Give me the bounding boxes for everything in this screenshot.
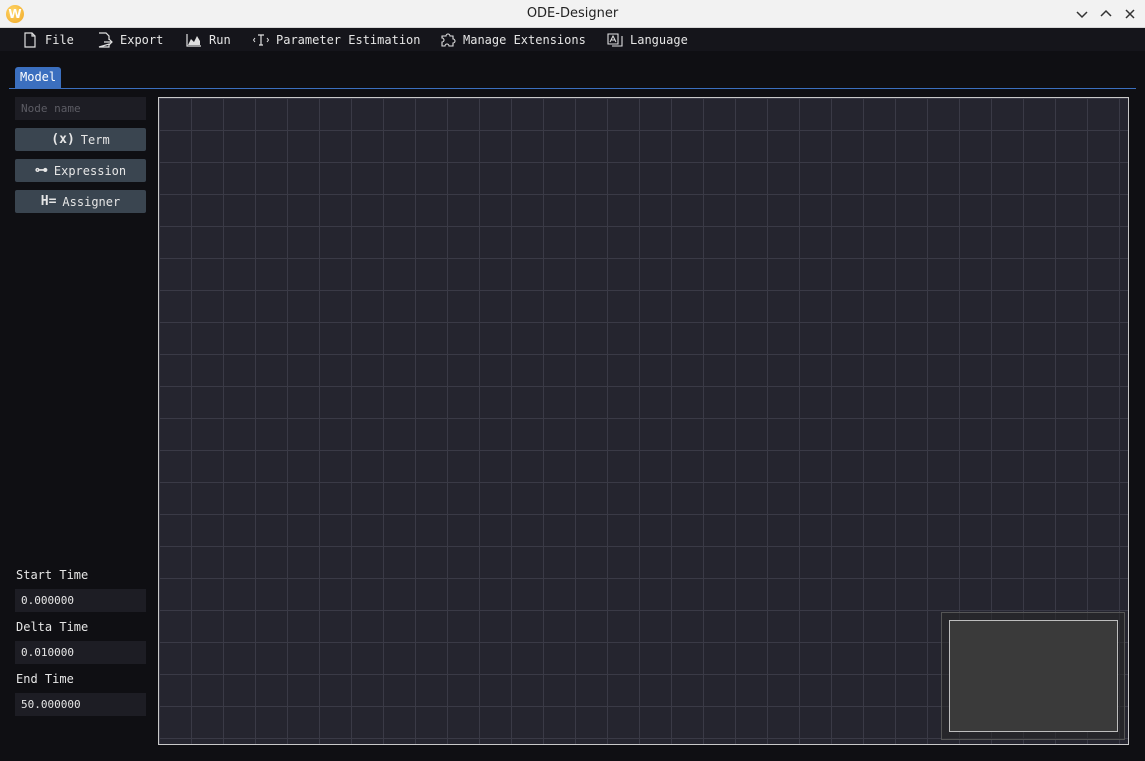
start-time-label: Start Time [16, 568, 89, 582]
window-title: ODE-Designer [526, 6, 619, 21]
file-icon [24, 31, 36, 48]
menu-file[interactable]: File [22, 28, 74, 51]
text-cursor-icon [253, 33, 269, 46]
assigner-icon: H= [40, 194, 57, 209]
minimap-viewport[interactable] [949, 620, 1118, 732]
window-titlebar: W ODE-Designer [0, 0, 1145, 28]
menu-run[interactable]: Run [186, 28, 231, 51]
chart-icon [186, 33, 201, 47]
menu-language[interactable]: Language [607, 28, 688, 51]
delta-time-input[interactable]: 0.010000 [15, 641, 146, 664]
tab-bar: Model [0, 51, 1145, 89]
add-expression-label: Expression [53, 163, 127, 178]
tab-model[interactable]: Model [15, 67, 62, 88]
export-icon [98, 31, 113, 48]
end-time-label: End Time [16, 672, 74, 686]
tab-underline [9, 88, 1136, 89]
node-sidebar: (x) Term ⊶ Expression H= Assigner Start … [0, 89, 156, 761]
variable-icon: (x) [51, 132, 75, 147]
minimap[interactable] [941, 612, 1125, 740]
close-icon [1125, 9, 1135, 19]
add-term-label: Term [80, 132, 110, 147]
delta-time-label: Delta Time [16, 620, 89, 634]
expression-icon: ⊶ [34, 163, 48, 178]
chevron-up-icon [1100, 9, 1112, 17]
node-editor-canvas[interactable] [158, 97, 1129, 745]
node-name-input[interactable] [15, 97, 146, 120]
maximize-button[interactable] [1097, 5, 1115, 23]
menu-language-label: Language [630, 32, 688, 47]
language-icon [607, 32, 623, 47]
menu-file-label: File [45, 32, 74, 47]
add-expression-button[interactable]: ⊶ Expression [15, 159, 146, 182]
add-assigner-button[interactable]: H= Assigner [15, 190, 146, 213]
menu-parameter-estimation[interactable]: Parameter Estimation [253, 28, 421, 51]
start-time-input[interactable]: 0.000000 [15, 589, 146, 612]
menu-parameter-estimation-label: Parameter Estimation [276, 32, 421, 47]
menu-export[interactable]: Export [97, 28, 163, 51]
close-button[interactable] [1121, 5, 1139, 23]
menu-export-label: Export [120, 32, 164, 47]
menu-manage-extensions-label: Manage Extensions [463, 32, 586, 47]
add-term-button[interactable]: (x) Term [15, 128, 146, 151]
menu-bar: File Export Run Parameter Estimation Man… [0, 28, 1145, 51]
minimize-button[interactable] [1073, 5, 1091, 23]
menu-run-label: Run [209, 32, 231, 47]
menu-manage-extensions[interactable]: Manage Extensions [440, 28, 586, 51]
end-time-input[interactable]: 50.000000 [15, 693, 146, 716]
puzzle-icon [441, 32, 456, 47]
chevron-down-icon [1076, 11, 1088, 19]
add-assigner-label: Assigner [62, 194, 121, 209]
